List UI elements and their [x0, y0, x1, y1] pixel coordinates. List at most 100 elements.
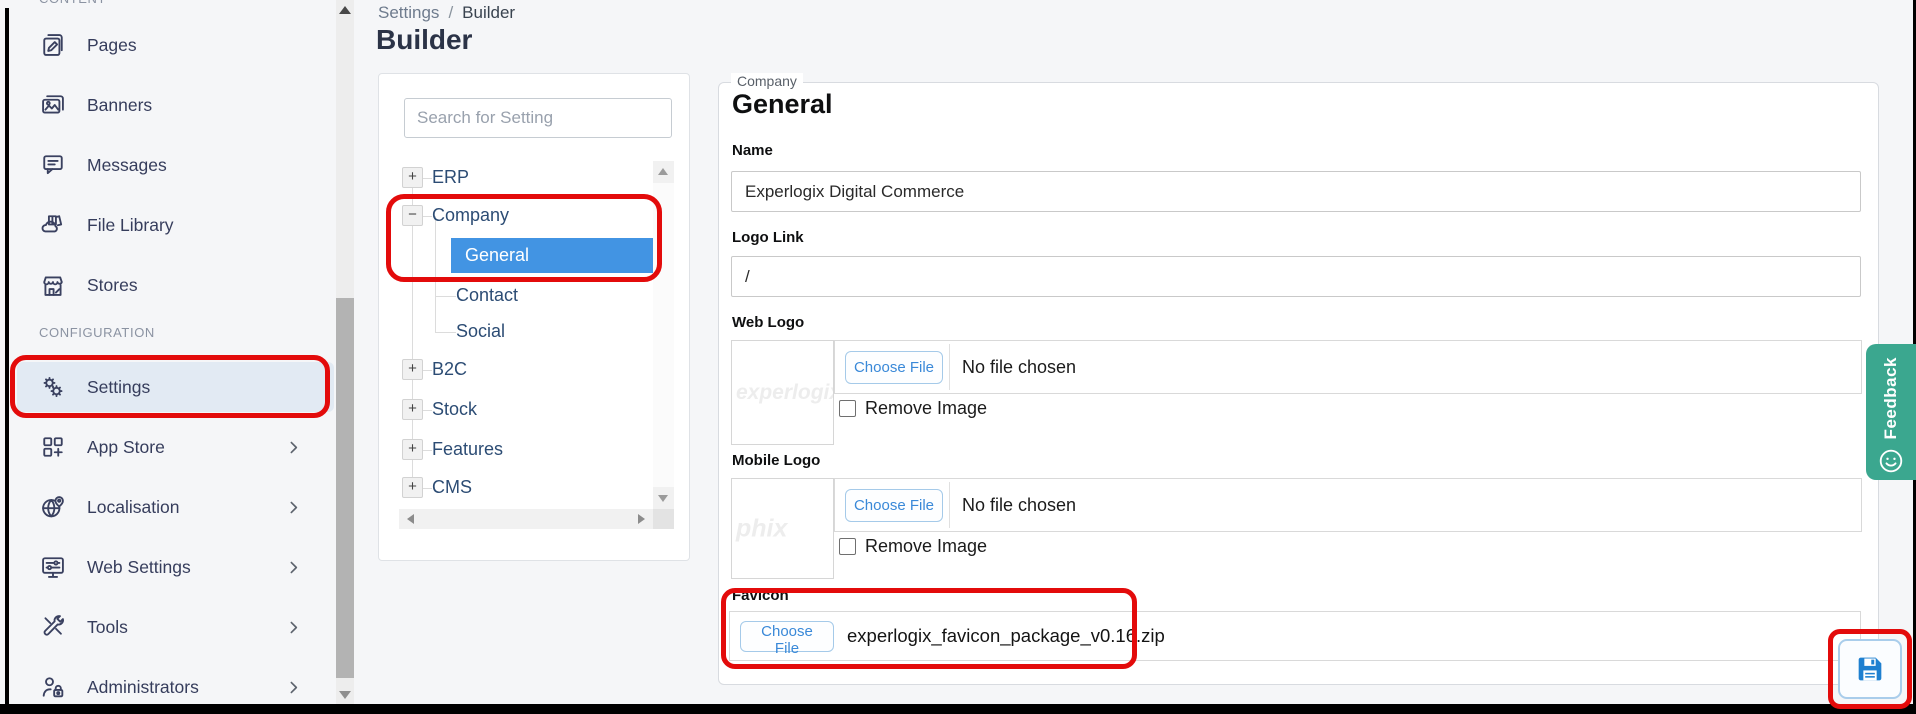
logo-link-label: Logo Link [732, 229, 804, 246]
chevron-right-icon [285, 679, 302, 696]
web-logo-preview: experlogix [731, 340, 834, 445]
favicon-file-name: experlogix_favicon_package_v0.16.zip [847, 612, 1165, 660]
tree-connector-line [423, 488, 432, 489]
localisation-icon [39, 493, 67, 521]
divider [949, 344, 950, 390]
mobile-logo-file-status: No file chosen [962, 479, 1076, 531]
sidebar-item-label: Localisation [87, 497, 179, 518]
feedback-label: Feedback [1881, 357, 1901, 439]
sidebar-item-label: Tools [87, 617, 128, 638]
app-store-icon [39, 433, 67, 461]
web-logo-remove-checkbox[interactable] [839, 400, 856, 417]
tree-item-stock[interactable]: Stock [432, 399, 477, 420]
sidebar-item-web-settings[interactable]: Web Settings [9, 537, 336, 597]
name-label: Name [732, 142, 773, 159]
sidebar-scrollbar[interactable] [336, 0, 354, 704]
mobile-logo-remove-checkbox[interactable] [839, 538, 856, 555]
tree-expander-stock[interactable]: + [402, 399, 423, 420]
tree-expander-company[interactable]: − [402, 205, 423, 226]
sidebar-item-settings[interactable]: Settings [9, 357, 336, 417]
save-button[interactable] [1838, 639, 1902, 699]
sidebar-item-label: Web Settings [87, 557, 191, 578]
tree-connector-line [423, 178, 432, 179]
messages-icon [39, 151, 67, 179]
sidebar-item-label: Settings [87, 377, 150, 398]
sidebar-scrollbar-thumb[interactable] [336, 298, 354, 678]
scroll-up-icon[interactable] [339, 6, 351, 14]
tree-item-general-selected[interactable]: General [451, 238, 656, 273]
breadcrumb: Settings / Builder [378, 3, 515, 23]
tree-horizontal-scrollbar[interactable] [399, 509, 653, 529]
tree-item-b2c[interactable]: B2C [432, 359, 467, 380]
scroll-right-icon[interactable] [638, 514, 645, 524]
tools-icon [39, 613, 67, 641]
tree-item-contact[interactable]: Contact [456, 285, 518, 306]
web-logo-file-row: Choose File No file chosen [834, 340, 1862, 394]
chevron-right-icon [285, 499, 302, 516]
favicon-choose-file-button[interactable]: Choose File [740, 621, 834, 652]
sidebar-section-label-configuration: CONFIGURATION [39, 325, 336, 343]
sidebar: CONTENT Pages Banners Messages File Library S… [9, 0, 336, 704]
mobile-logo-choose-file-button[interactable]: Choose File [845, 489, 943, 522]
sidebar-item-localisation[interactable]: Localisation [9, 477, 336, 537]
tree-item-erp[interactable]: ERP [432, 167, 469, 188]
sidebar-item-label: App Store [87, 437, 165, 458]
sidebar-item-tools[interactable]: Tools [9, 597, 336, 657]
mobile-logo-remove-label: Remove Image [865, 536, 987, 557]
tree-scroll-down[interactable] [653, 487, 674, 509]
sidebar-item-messages[interactable]: Messages [9, 135, 336, 195]
sidebar-item-label: Messages [87, 155, 167, 176]
tree-expander-cms[interactable]: + [402, 477, 423, 498]
tree-connector-line [435, 216, 436, 332]
settings-icon [39, 373, 67, 401]
tree-item-features[interactable]: Features [432, 439, 503, 460]
sidebar-item-pages[interactable]: Pages [9, 15, 336, 75]
page-title: Builder [376, 24, 472, 56]
tree-expander-features[interactable]: + [402, 439, 423, 460]
web-logo-watermark: experlogix [736, 381, 834, 405]
tree-connector-line [423, 410, 432, 411]
chevron-right-icon [285, 559, 302, 576]
sidebar-item-label: File Library [87, 215, 174, 236]
smiley-icon [1878, 448, 1904, 474]
breadcrumb-settings[interactable]: Settings [378, 3, 439, 22]
scroll-up-icon [658, 168, 668, 175]
tree-item-company[interactable]: Company [432, 205, 509, 226]
favicon-label: Favicon [732, 587, 789, 604]
breadcrumb-separator: / [448, 3, 453, 22]
scroll-left-icon[interactable] [407, 514, 414, 524]
tree-expander-b2c[interactable]: + [402, 359, 423, 380]
breadcrumb-builder: Builder [462, 3, 515, 22]
web-logo-label: Web Logo [732, 314, 804, 331]
tree-scroll-up[interactable] [653, 161, 674, 183]
sidebar-item-app-store[interactable]: App Store [9, 417, 336, 477]
app-window: CONTENT Pages Banners Messages File Library S… [0, 0, 1916, 714]
search-input[interactable] [404, 98, 672, 138]
tree-vertical-scrollbar[interactable] [653, 161, 674, 509]
floppy-disk-icon [1853, 652, 1887, 686]
tree-connector-line [423, 450, 432, 451]
sidebar-section-label-content: CONTENT [39, 0, 336, 9]
chevron-right-icon [285, 439, 302, 456]
settings-tree-panel: + ERP−Company General Contact Social + B2C + Sto… [378, 73, 690, 561]
tree-item-cms[interactable]: CMS [432, 477, 472, 498]
sidebar-item-banners[interactable]: Banners [9, 75, 336, 135]
frame-border-bottom [0, 704, 1916, 714]
feedback-tab[interactable]: Feedback [1866, 344, 1916, 480]
sidebar-item-file-library[interactable]: File Library [9, 195, 336, 255]
web-logo-choose-file-button[interactable]: Choose File [845, 351, 943, 384]
sidebar-item-label: Stores [87, 275, 138, 296]
scroll-down-icon [658, 495, 668, 502]
tree-connector-line [435, 332, 456, 333]
name-input[interactable] [731, 171, 1861, 212]
scroll-down-icon[interactable] [339, 691, 351, 699]
tree-expander-erp[interactable]: + [402, 167, 423, 188]
sidebar-item-stores[interactable]: Stores [9, 255, 336, 315]
tree-item-social[interactable]: Social [456, 321, 505, 342]
sidebar-item-label: Pages [87, 35, 137, 56]
mobile-logo-label: Mobile Logo [732, 452, 820, 469]
divider [949, 482, 950, 528]
mobile-logo-file-row: Choose File No file chosen [834, 478, 1862, 532]
logo-link-input[interactable] [731, 256, 1861, 297]
tree-connector-line [423, 370, 432, 371]
